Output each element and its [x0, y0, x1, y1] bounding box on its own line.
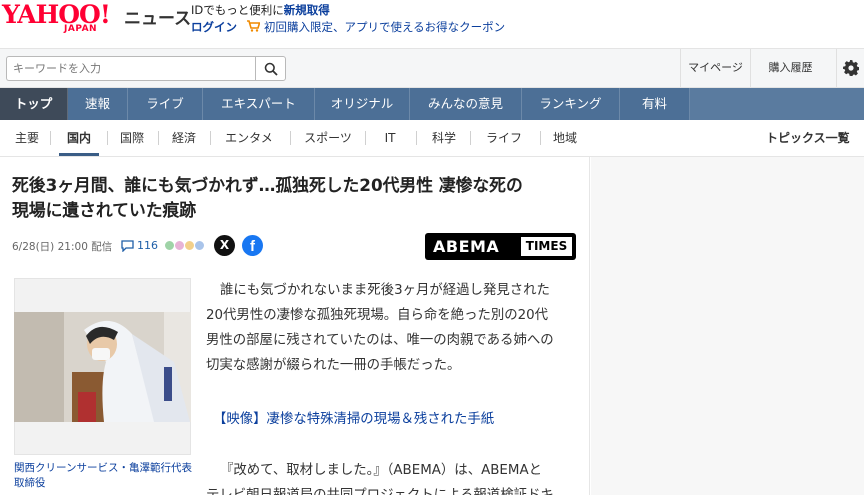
id-promo-text: IDでもっと便利に: [191, 3, 284, 17]
article-title-line: 死後3ヶ月間、誰にも気づかれず…孤独死した20代男性 凄惨な死の: [12, 175, 523, 195]
divider: [107, 131, 108, 145]
category-main[interactable]: 主要: [10, 129, 44, 147]
category-it[interactable]: IT: [375, 129, 405, 147]
video-link[interactable]: 【映像】凄惨な特殊清掃の現場＆残された手紙: [213, 407, 494, 427]
yahoo-japan-logo[interactable]: YAHOO! JAPAN: [2, 2, 120, 36]
divider: [50, 131, 51, 145]
active-category-indicator: [59, 153, 99, 156]
nav-live[interactable]: ライブ: [128, 88, 203, 120]
search-button[interactable]: [255, 56, 286, 81]
nav-original[interactable]: オリジナル: [315, 88, 410, 120]
nav-breaking[interactable]: 速報: [68, 88, 128, 120]
body-line: テレビ朝日報道局の共同プロジェクトによる報道検証ドキ: [206, 483, 578, 495]
body-line: 誰にも気づかれないまま死後3ヶ月が経過し発見された: [220, 283, 550, 298]
x-icon: X: [219, 238, 230, 252]
settings-button[interactable]: [836, 49, 864, 87]
reaction-avatar-icon: [194, 240, 205, 251]
topics-list-link[interactable]: トピックス一覧: [766, 129, 850, 146]
mypage-link[interactable]: マイページ: [680, 49, 750, 87]
source-logo-sub: TIMES: [521, 237, 572, 256]
category-region[interactable]: 地域: [548, 129, 582, 147]
site-header: YAHOO! JAPAN ニュース IDでもっと便利に新規取得 ログイン 初回購…: [0, 0, 864, 48]
body-line: 切実な感謝が綴られた一冊の手帳だった。: [206, 358, 461, 373]
category-sports[interactable]: スポーツ: [298, 129, 358, 147]
main-navigation: トップ 速報 ライブ エキスパート オリジナル みんなの意見 ランキング 有料: [0, 88, 864, 120]
coupon-link[interactable]: 初回購入限定、アプリで使えるお得なクーポン: [264, 19, 505, 35]
article-title: 死後3ヶ月間、誰にも気づかれず…孤独死した20代男性 凄惨な死の 現場に遺されて…: [12, 173, 580, 223]
purchase-history-link[interactable]: 購入履歴: [750, 49, 830, 87]
new-registration-link[interactable]: 新規取得: [284, 3, 330, 17]
article-meta: 6/28(日) 21:00 配信: [12, 239, 112, 254]
login-row: ログイン 初回購入限定、アプリで使えるお得なクーポン: [191, 19, 505, 35]
gear-icon: [843, 60, 859, 76]
sidebar-column: [591, 157, 864, 495]
id-promo: IDでもっと便利に新規取得: [191, 2, 330, 18]
share-x-button[interactable]: X: [214, 235, 235, 256]
nav-top[interactable]: トップ: [0, 88, 68, 120]
nav-expert[interactable]: エキスパート: [203, 88, 315, 120]
category-science[interactable]: 科学: [425, 129, 463, 147]
nav-opinions[interactable]: みんなの意見: [410, 88, 522, 120]
source-logo-main: ABEMA: [433, 237, 500, 256]
divider: [365, 131, 366, 145]
source-logo[interactable]: ABEMA TIMES: [425, 233, 576, 260]
facebook-icon: f: [250, 238, 255, 255]
photo-caption[interactable]: 関西クリーンサービス・亀澤範行代表取締役: [14, 461, 194, 491]
search-bar-row: マイページ 購入履歴: [0, 48, 864, 88]
body-line: 男性の部屋に残されていたのは、唯一の肉親である姉への: [206, 333, 554, 348]
category-life[interactable]: ライフ: [479, 129, 529, 147]
divider: [158, 131, 159, 145]
category-international[interactable]: 国際: [114, 129, 150, 147]
article-photo[interactable]: [14, 312, 191, 422]
cart-icon: [247, 19, 261, 35]
article-title-line: 現場に遺されていた痕跡: [12, 200, 197, 220]
category-navigation: 主要 国内 国際 経済 エンタメ スポーツ IT 科学 ライフ 地域 トピックス…: [0, 120, 864, 157]
category-domestic[interactable]: 国内: [59, 129, 99, 147]
service-name[interactable]: ニュース: [124, 4, 191, 29]
category-entertainment[interactable]: エンタメ: [218, 129, 280, 147]
nav-ranking[interactable]: ランキング: [522, 88, 620, 120]
body-line: 『改めて、取材しました。』（ABEMA）は、ABEMAと: [220, 463, 543, 478]
article-body-continued: 『改めて、取材しました。』（ABEMA）は、ABEMAと テレビ朝日報道局の共同…: [206, 458, 578, 495]
article-date: 6/28(日) 21:00: [12, 241, 88, 253]
comment-icon: [121, 239, 134, 252]
divider: [290, 131, 291, 145]
delivered-label: 配信: [91, 241, 113, 253]
divider: [540, 131, 541, 145]
search-icon: [264, 62, 278, 76]
share-facebook-button[interactable]: f: [242, 235, 263, 256]
comment-link[interactable]: 116: [121, 239, 158, 252]
article-body: 誰にも気づかれないまま死後3ヶ月が経過し発見された 20代男性の凄惨な孤独死現場…: [206, 278, 578, 378]
nav-paid[interactable]: 有料: [620, 88, 690, 120]
divider: [210, 131, 211, 145]
search-input[interactable]: [6, 56, 255, 81]
divider: [416, 131, 417, 145]
body-line: 20代男性の凄惨な孤独死現場。自ら命を絶った別の20代: [206, 308, 549, 323]
login-link[interactable]: ログイン: [191, 19, 237, 35]
divider: [470, 131, 471, 145]
comment-count: 116: [137, 239, 158, 252]
category-economy[interactable]: 経済: [166, 129, 202, 147]
logo-subtext: JAPAN: [64, 24, 98, 34]
